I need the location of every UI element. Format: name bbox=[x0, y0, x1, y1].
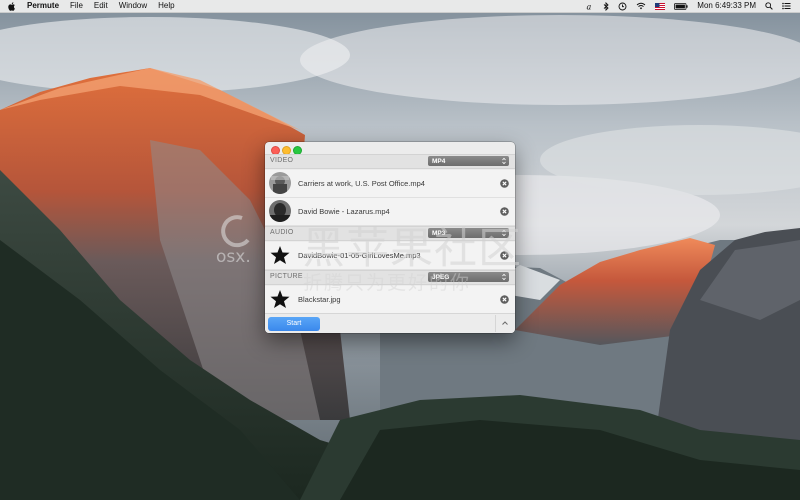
app-menu-permute[interactable]: Permute bbox=[27, 0, 59, 12]
star-icon bbox=[269, 244, 291, 266]
picture-format-select[interactable]: JPEG bbox=[428, 272, 509, 282]
wifi-icon[interactable] bbox=[636, 2, 646, 10]
file-name: David Bowie - Lazarus.mp4 bbox=[298, 207, 390, 216]
file-row[interactable]: Blackstar.jpg bbox=[265, 286, 515, 314]
menu-bar: Permute File Edit Window Help a Mon 6:49… bbox=[0, 0, 800, 13]
video-format-select[interactable]: MP4 bbox=[428, 156, 509, 166]
video-format-value: MP4 bbox=[432, 157, 446, 165]
menu-help[interactable]: Help bbox=[158, 0, 174, 12]
remove-file-icon[interactable] bbox=[500, 295, 509, 304]
menubar-clock[interactable]: Mon 6:49:33 PM bbox=[697, 0, 756, 12]
select-arrows-icon bbox=[502, 229, 506, 237]
section-header-video: VIDEO MP4 bbox=[265, 154, 515, 169]
menu-file[interactable]: File bbox=[70, 0, 83, 12]
permute-window: VIDEO MP4 Carriers at work, U.S. Post Of… bbox=[265, 142, 515, 333]
video-thumbnail bbox=[269, 172, 291, 194]
start-button[interactable]: Start bbox=[268, 317, 320, 331]
star-icon bbox=[269, 288, 291, 310]
file-name: Carriers at work, U.S. Post Office.mp4 bbox=[298, 179, 425, 188]
video-thumbnail bbox=[269, 200, 291, 222]
select-arrows-icon bbox=[502, 157, 506, 165]
apple-icon[interactable] bbox=[8, 1, 16, 11]
remove-file-icon[interactable] bbox=[500, 207, 509, 216]
picture-format-value: JPEG bbox=[432, 273, 450, 281]
notification-center-icon[interactable] bbox=[782, 2, 791, 10]
collapse-button[interactable] bbox=[495, 315, 514, 332]
remove-file-icon[interactable] bbox=[500, 251, 509, 260]
section-label-picture: PICTURE bbox=[270, 273, 303, 280]
bluetooth-icon[interactable] bbox=[603, 1, 609, 11]
time-machine-icon[interactable] bbox=[618, 2, 627, 11]
audio-format-value: MP3 bbox=[432, 229, 446, 237]
chevron-up-icon bbox=[502, 321, 508, 325]
menu-window[interactable]: Window bbox=[119, 0, 147, 12]
window-footer: Start bbox=[265, 313, 515, 333]
section-header-picture: PICTURE JPEG bbox=[265, 270, 515, 285]
menu-edit[interactable]: Edit bbox=[94, 0, 108, 12]
file-name: DavidBowie-01-05-GirlLovesMe.mp3 bbox=[298, 251, 421, 260]
svg-text:a: a bbox=[587, 2, 592, 11]
section-label-video: VIDEO bbox=[270, 157, 294, 164]
spotlight-search-icon[interactable] bbox=[765, 2, 773, 10]
file-row[interactable]: Carriers at work, U.S. Post Office.mp4 bbox=[265, 170, 515, 198]
section-header-audio: AUDIO MP3 bbox=[265, 226, 515, 241]
section-label-audio: AUDIO bbox=[270, 229, 294, 236]
file-row[interactable]: DavidBowie-01-05-GirlLovesMe.mp3 bbox=[265, 242, 515, 270]
audio-format-select[interactable]: MP3 bbox=[428, 228, 509, 238]
alfred-icon[interactable]: a bbox=[586, 2, 594, 11]
select-arrows-icon bbox=[502, 273, 506, 281]
remove-file-icon[interactable] bbox=[500, 179, 509, 188]
desktop: Permute File Edit Window Help a Mon 6:49… bbox=[0, 0, 800, 500]
battery-icon[interactable] bbox=[674, 2, 688, 10]
file-row[interactable]: David Bowie - Lazarus.mp4 bbox=[265, 198, 515, 226]
file-name: Blackstar.jpg bbox=[298, 295, 341, 304]
us-flag-icon[interactable] bbox=[655, 2, 666, 10]
